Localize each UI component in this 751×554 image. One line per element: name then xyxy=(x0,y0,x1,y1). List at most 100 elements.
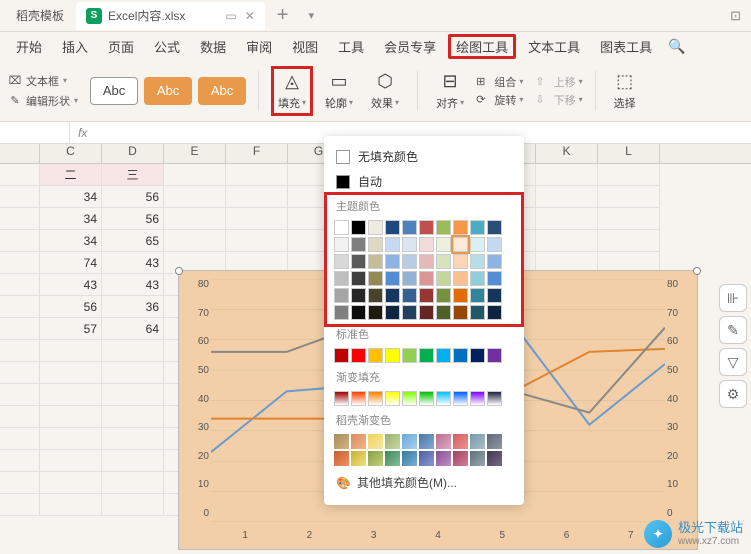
color-swatch[interactable] xyxy=(487,220,502,235)
docer-swatch[interactable] xyxy=(419,434,434,449)
color-swatch[interactable] xyxy=(436,254,451,269)
menu-审阅[interactable]: 审阅 xyxy=(238,35,280,58)
color-swatch[interactable] xyxy=(402,237,417,252)
color-swatch[interactable] xyxy=(487,271,502,286)
color-swatch[interactable] xyxy=(487,305,502,320)
color-swatch[interactable] xyxy=(368,254,383,269)
color-swatch[interactable] xyxy=(368,288,383,303)
color-swatch[interactable] xyxy=(402,348,417,363)
color-swatch[interactable] xyxy=(470,288,485,303)
docer-swatch[interactable] xyxy=(453,451,468,466)
menu-页面[interactable]: 页面 xyxy=(100,35,142,58)
color-swatch[interactable] xyxy=(334,237,349,252)
color-swatch[interactable] xyxy=(368,305,383,320)
auto-fill-option[interactable]: 自动 xyxy=(324,169,524,194)
chart-settings-button[interactable]: ⚙ xyxy=(719,380,747,408)
tab-caret-icon[interactable]: ▾ xyxy=(298,9,324,22)
color-swatch[interactable] xyxy=(368,348,383,363)
color-swatch[interactable] xyxy=(419,305,434,320)
docer-swatch[interactable] xyxy=(385,451,400,466)
chart-elements-button[interactable]: ⊪ xyxy=(719,284,747,312)
table-cell[interactable]: 56 xyxy=(102,186,164,208)
effect-button[interactable]: ⬡ 效果▾ xyxy=(365,71,405,111)
no-fill-option[interactable]: 无填充颜色 xyxy=(324,144,524,169)
color-swatch[interactable] xyxy=(351,305,366,320)
color-swatch[interactable] xyxy=(487,254,502,269)
docer-swatch[interactable] xyxy=(402,451,417,466)
gradient-swatch[interactable] xyxy=(351,391,366,406)
docer-swatch[interactable] xyxy=(487,434,502,449)
gradient-swatch[interactable] xyxy=(470,391,485,406)
gradient-swatch[interactable] xyxy=(385,391,400,406)
color-swatch[interactable] xyxy=(419,271,434,286)
color-swatch[interactable] xyxy=(419,237,434,252)
color-swatch[interactable] xyxy=(436,271,451,286)
color-swatch[interactable] xyxy=(419,288,434,303)
docer-swatch[interactable] xyxy=(351,434,366,449)
table-cell[interactable]: 56 xyxy=(40,296,102,318)
style-preset-3[interactable]: Abc xyxy=(198,77,246,105)
color-swatch[interactable] xyxy=(453,220,468,235)
gradient-swatch[interactable] xyxy=(402,391,417,406)
menu-文本工具[interactable]: 文本工具 xyxy=(520,35,588,58)
select-button[interactable]: ⬚ 选择 xyxy=(608,71,642,111)
color-swatch[interactable] xyxy=(385,254,400,269)
menu-数据[interactable]: 数据 xyxy=(192,35,234,58)
outline-button[interactable]: ▭ 轮廓▾ xyxy=(319,71,359,111)
color-swatch[interactable] xyxy=(453,288,468,303)
color-swatch[interactable] xyxy=(351,254,366,269)
col-header[interactable]: D xyxy=(102,144,164,163)
gradient-swatch[interactable] xyxy=(334,391,349,406)
color-swatch[interactable] xyxy=(385,237,400,252)
table-cell[interactable]: 36 xyxy=(102,296,164,318)
color-swatch[interactable] xyxy=(419,348,434,363)
color-swatch[interactable] xyxy=(487,348,502,363)
color-swatch[interactable] xyxy=(351,220,366,235)
table-cell[interactable]: 56 xyxy=(102,208,164,230)
tab-templates[interactable]: 稻壳模板 xyxy=(6,2,74,30)
table-cell[interactable]: 43 xyxy=(102,252,164,274)
color-swatch[interactable] xyxy=(402,254,417,269)
color-swatch[interactable] xyxy=(402,288,417,303)
color-swatch[interactable] xyxy=(453,348,468,363)
search-icon[interactable]: 🔍 xyxy=(668,38,685,55)
table-header[interactable]: 二 xyxy=(40,164,102,186)
color-swatch[interactable] xyxy=(487,288,502,303)
color-swatch[interactable] xyxy=(453,254,468,269)
col-header[interactable]: L xyxy=(598,144,660,163)
table-cell[interactable]: 34 xyxy=(40,208,102,230)
edit-shape-button[interactable]: ✎编辑形状▾ xyxy=(8,93,78,109)
movedown-button[interactable]: ⇩ 下移▾ xyxy=(535,92,582,108)
style-preset-2[interactable]: Abc xyxy=(144,77,192,105)
menu-插入[interactable]: 插入 xyxy=(54,35,96,58)
docer-swatch[interactable] xyxy=(453,434,468,449)
tab-file[interactable]: S Excel内容.xlsx ▭ ✕ xyxy=(76,2,265,30)
color-swatch[interactable] xyxy=(487,237,502,252)
align-button[interactable]: ⊟ 对齐▾ xyxy=(430,71,470,111)
more-colors-option[interactable]: 🎨其他填充颜色(M)... xyxy=(324,468,524,497)
color-swatch[interactable] xyxy=(402,271,417,286)
window-controls[interactable]: ⊡ xyxy=(720,8,751,24)
table-cell[interactable]: 34 xyxy=(40,230,102,252)
menu-视图[interactable]: 视图 xyxy=(284,35,326,58)
rotate-button[interactable]: ⟳ 旋转▾ xyxy=(476,92,523,108)
docer-swatch[interactable] xyxy=(334,451,349,466)
color-swatch[interactable] xyxy=(470,237,485,252)
fx-icon[interactable]: fx xyxy=(70,126,95,140)
docer-swatch[interactable] xyxy=(419,451,434,466)
color-swatch[interactable] xyxy=(334,254,349,269)
color-swatch[interactable] xyxy=(470,348,485,363)
menu-工具[interactable]: 工具 xyxy=(330,35,372,58)
color-swatch[interactable] xyxy=(334,348,349,363)
color-swatch[interactable] xyxy=(334,305,349,320)
menu-公式[interactable]: 公式 xyxy=(146,35,188,58)
docer-swatch[interactable] xyxy=(402,434,417,449)
color-swatch[interactable] xyxy=(334,271,349,286)
table-cell[interactable]: 74 xyxy=(40,252,102,274)
close-icon[interactable]: ▭ xyxy=(225,9,236,23)
color-swatch[interactable] xyxy=(368,220,383,235)
color-swatch[interactable] xyxy=(453,237,468,252)
docer-swatch[interactable] xyxy=(436,434,451,449)
color-swatch[interactable] xyxy=(385,348,400,363)
gradient-swatch[interactable] xyxy=(368,391,383,406)
